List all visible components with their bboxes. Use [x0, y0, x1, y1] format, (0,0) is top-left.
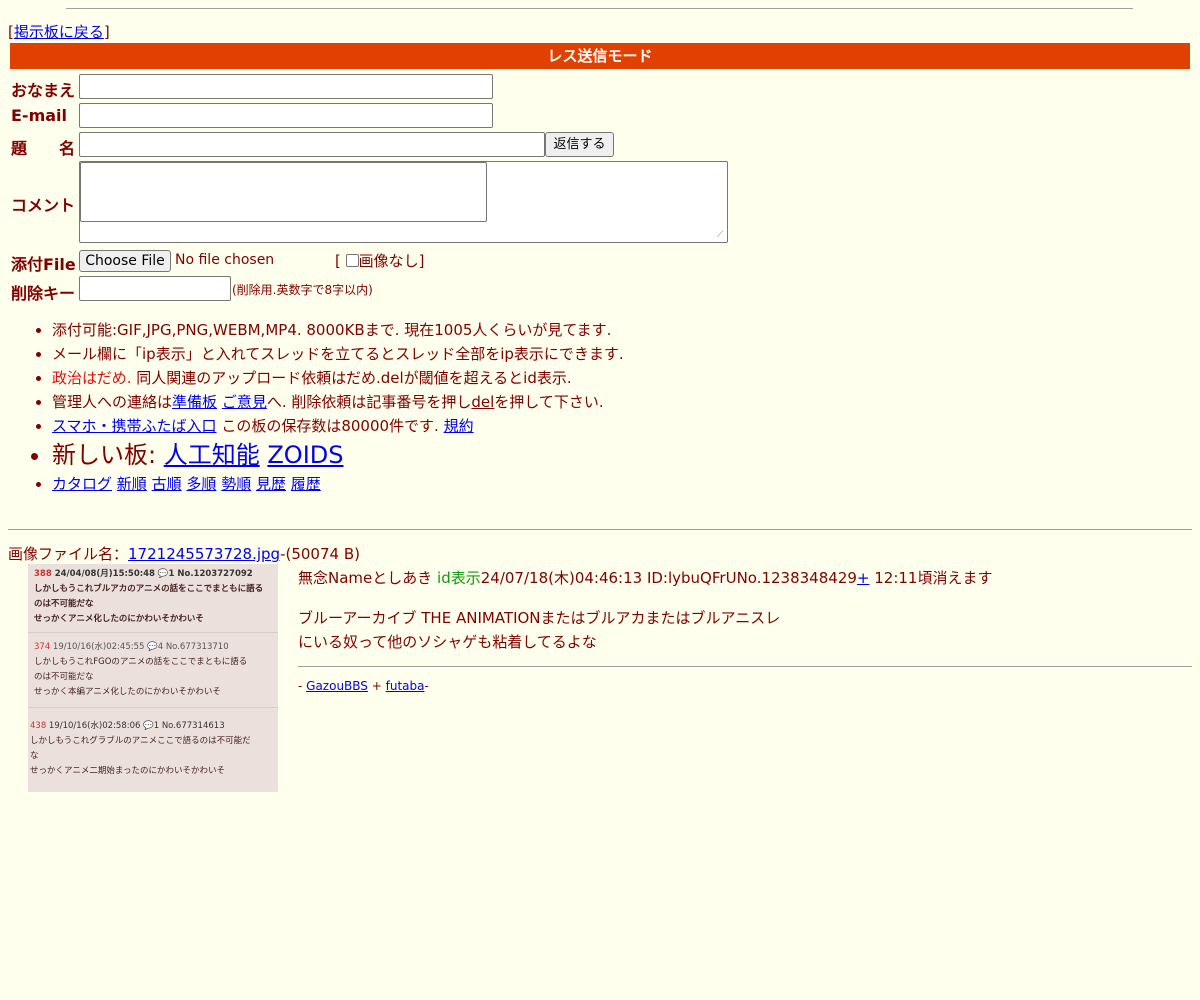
resize-handle-icon[interactable]: ⟋ [717, 231, 726, 240]
bracket: ] [418, 252, 425, 270]
rule-contact: 管理人への連絡は準備板 ご意見へ. 削除依頼は記事番号を押しdelを押して下さい… [52, 390, 952, 414]
rule-text: へ. 削除依頼は記事番号を押し [266, 393, 472, 411]
futaba-link[interactable]: futaba [386, 679, 425, 693]
delete-key-input[interactable] [79, 276, 231, 301]
submit-reply-button[interactable]: 返信する [545, 132, 614, 157]
thumb-post-2: 374 19/10/16(水)02:45:55 💬4 No.677313710 … [34, 640, 278, 700]
prep-board-link[interactable]: 準備板 [172, 393, 217, 411]
catalog-link[interactable]: カタログ [52, 475, 112, 493]
sort-many-link[interactable]: 多順 [186, 475, 216, 493]
thumb-post-header: 19/10/16(水)02:58:06 💬1 No.677314613 [46, 721, 225, 731]
post-plus-link[interactable]: + [857, 569, 870, 587]
bracket: ] [103, 23, 110, 41]
thumb-post-number: 438 [30, 721, 47, 731]
rule-mobile: スマホ・携帯ふたば入口 この板の保存数は80000件です. 規約 [52, 414, 952, 438]
rule-politics: 政治はだめ. 同人関連のアップロード依頼はだめ.delが閾値を超えるとid表示. [52, 366, 952, 390]
email-label: E-mail [11, 106, 68, 125]
email-input[interactable] [79, 103, 493, 128]
section-divider [8, 529, 1192, 530]
comment-inner-box [80, 162, 487, 222]
thumb-post-header: 24/04/08(月)15:50:48 💬1 No.1203727092 [51, 569, 253, 579]
post-header: 無念Nameとしあき id表示24/07/18(木)04:46:13 ID:ly… [298, 567, 992, 588]
footer-text: - [298, 679, 307, 693]
delete-key-note: (削除用.英数字で8字以内) [232, 283, 373, 297]
post-datetime-id: 24/07/18(木)04:46:13 ID:lybuQFrU [480, 569, 737, 587]
thumb-post-line: せっかく本編アニメ化したのにかわいそかわいそ [34, 687, 221, 697]
zoids-board-link[interactable]: ZOIDS [267, 441, 343, 469]
new-boards-label: 新しい板: [52, 441, 164, 469]
delete-key-label: 削除キー [11, 284, 76, 303]
board-rules-list: 添付可能:GIF,JPG,PNG,WEBM,MP4. 8000KBまで. 現在1… [20, 318, 952, 496]
image-file-link[interactable]: 1721245573728.jpg [128, 545, 280, 563]
poster-name: 無念Nameとしあき [298, 569, 433, 587]
thumb-post-line: のは不可能だな [34, 599, 94, 609]
footer-text: - [424, 679, 429, 693]
subject-label: 題 名 [11, 139, 76, 158]
file-status-text: No file chosen [175, 252, 275, 268]
new-boards: 新しい板: 人工知能 ZOIDS [52, 438, 952, 472]
rule-text: 同人関連のアップロード依頼はだめ.delが閾値を超えるとid表示. [131, 369, 572, 387]
back-to-board-link[interactable]: 掲示板に戻る [14, 23, 104, 41]
attach-file-label: 添付File [11, 255, 76, 274]
post-body: ブルーアーカイブ THE ANIMATIONまたはブルアカまたはブルアニスレ に… [298, 606, 780, 654]
bracket: [ [335, 252, 341, 270]
thumb-post-header: 19/10/16(水)02:45:55 💬4 No.677313710 [50, 642, 229, 652]
footer-text: + [367, 679, 386, 693]
top-divider [66, 8, 1133, 9]
thumb-post-1: 388 24/04/08(月)15:50:48 💬1 No.1203727092… [34, 567, 278, 627]
expiry-text: 12:11頃消えます [869, 569, 993, 587]
thumb-divider [28, 707, 278, 708]
del-word: del [471, 393, 495, 411]
history-link[interactable]: 履歴 [291, 475, 321, 493]
no-image-checkbox[interactable] [345, 254, 359, 267]
sort-old-link[interactable]: 古順 [152, 475, 182, 493]
gazoubbs-link[interactable]: GazouBBS [306, 679, 368, 693]
name-label: おなまえ [11, 81, 76, 100]
comment-label: コメント [11, 196, 76, 215]
file-size: -(50074 B) [280, 545, 360, 563]
rule-attachments: 添付可能:GIF,JPG,PNG,WEBM,MP4. 8000KBまで. 現在1… [52, 318, 952, 342]
rule-text: この板の保存数は80000件です. [216, 417, 439, 435]
rule-ip-display: メール欄に「ip表示」と入れてスレッドを立てるとスレッド全部をip表示にできます… [52, 342, 952, 366]
viewed-history-link[interactable]: 見歴 [256, 475, 286, 493]
rule-text: 管理人への連絡は [52, 393, 173, 411]
sort-new-link[interactable]: 新順 [117, 475, 147, 493]
feedback-link[interactable]: ご意見 [222, 393, 267, 411]
thumb-post-line: せっかくアニメ化したのにかわいそかわいそ [34, 614, 204, 624]
ai-board-link[interactable]: 人工知能 [164, 441, 260, 469]
thumb-post-line: せっかくアニメ二期始まったのにかわいそかわいそ [30, 766, 225, 776]
name-input[interactable] [79, 74, 493, 99]
sort-links: カタログ 新順 古順 多順 勢順 見歴 履歴 [52, 472, 952, 496]
thumb-post-line: しかしもうこれFGOのアニメの話をここでまともに語る [34, 657, 248, 667]
thumb-post-number: 374 [34, 642, 51, 652]
thumb-post-line: のは不可能だな [34, 672, 94, 682]
back-link-row: [掲示板に戻る] [8, 21, 110, 42]
post-number[interactable]: No.1238348429 [737, 569, 857, 587]
footer-credit: - GazouBBS + futaba- [298, 679, 429, 693]
thumb-post-line: しかしもうこれグラブルのアニメここで語るのは不可能だ [30, 736, 251, 746]
sort-momentum-link[interactable]: 勢順 [221, 475, 251, 493]
terms-link[interactable]: 規約 [444, 417, 474, 435]
rule-text: を押して下さい. [494, 393, 604, 411]
post-thumbnail[interactable]: 388 24/04/08(月)15:50:48 💬1 No.1203727092… [28, 564, 278, 792]
post-body-line: にいる奴って他のソシャゲも粘着してるよな [298, 633, 597, 651]
image-file-line: 画像ファイル名：1721245573728.jpg-(50074 B) [8, 543, 360, 564]
thumb-post-line: な [30, 751, 39, 761]
post-body-line: ブルーアーカイブ THE ANIMATIONまたはブルアカまたはブルアニスレ [298, 609, 781, 627]
mobile-entrance-link[interactable]: スマホ・携帯ふたば入口 [52, 417, 217, 435]
thumb-post-line: しかしもうこれブルアカのアニメの話をここでまともに語る [34, 584, 264, 594]
reply-mode-banner: レス送信モード [10, 43, 1190, 69]
no-image-label: 画像なし [358, 252, 419, 270]
no-image-option: [ 画像なし] [335, 250, 425, 271]
file-prefix: 画像ファイル名： [8, 545, 129, 563]
id-display-tag: id表示 [437, 569, 481, 587]
choose-file-button[interactable]: Choose File [79, 250, 171, 272]
thumb-divider [28, 632, 278, 633]
politics-warning: 政治はだめ. [52, 369, 132, 387]
thumb-post-3: 438 19/10/16(水)02:58:06 💬1 No.677314613 … [30, 719, 274, 779]
thumb-post-number: 388 [34, 569, 52, 579]
subject-input[interactable] [79, 132, 545, 157]
post-divider [298, 666, 1192, 667]
